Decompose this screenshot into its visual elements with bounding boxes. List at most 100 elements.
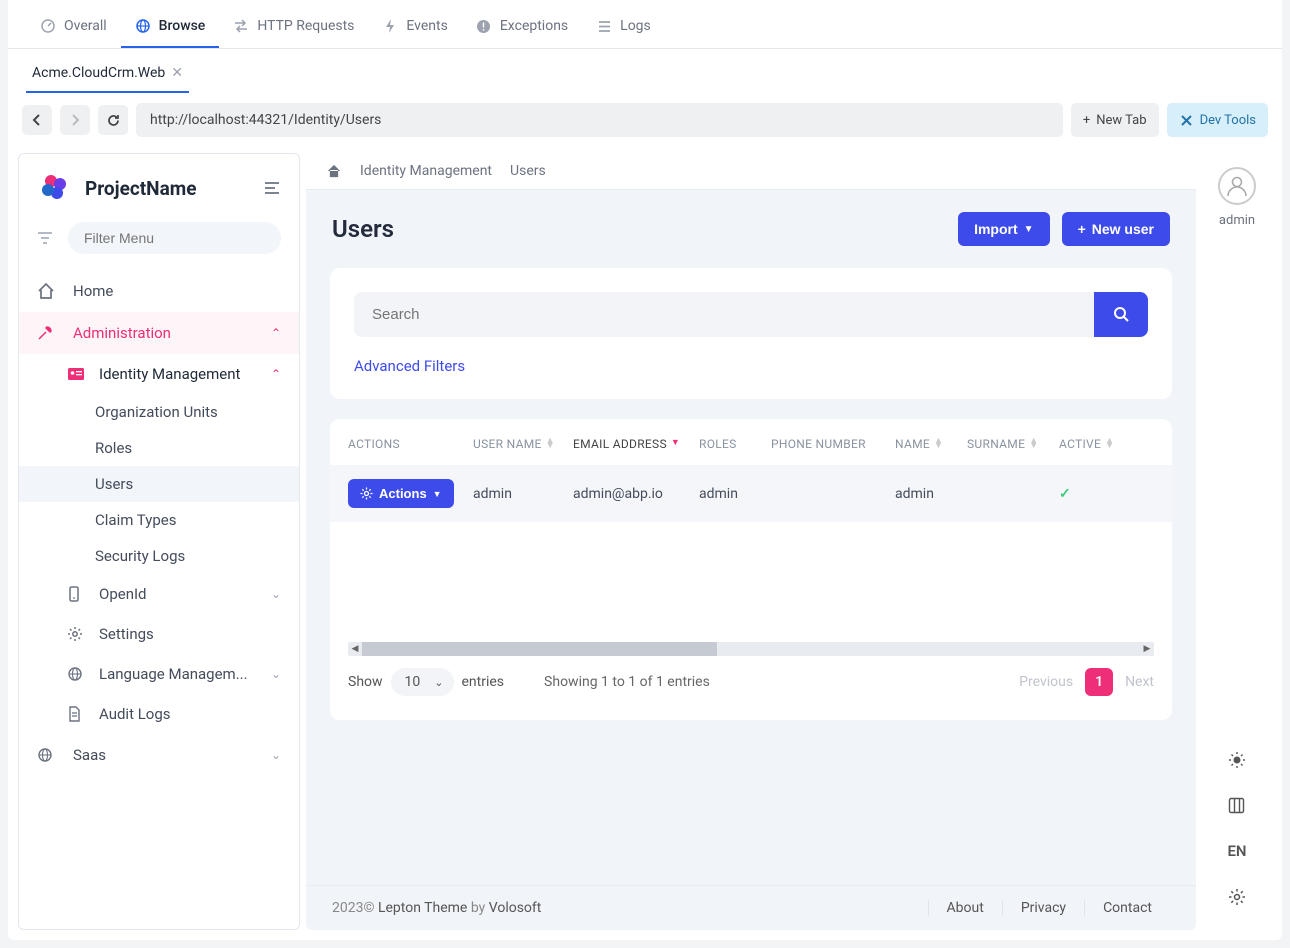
nav-refresh-button[interactable]: [98, 105, 128, 135]
search-input[interactable]: [354, 292, 1094, 337]
sidebar-item-users[interactable]: Users: [19, 466, 299, 502]
menu-label: Identity Management: [99, 365, 240, 383]
user-avatar[interactable]: [1218, 167, 1256, 205]
th-name[interactable]: NAME▲▼: [895, 437, 967, 451]
language-toggle[interactable]: EN: [1227, 842, 1246, 860]
import-button[interactable]: Import ▼: [958, 212, 1049, 246]
button-label: Actions: [379, 486, 427, 501]
th-actions: ACTIONS: [348, 437, 473, 451]
breadcrumb-users[interactable]: Users: [510, 163, 546, 179]
footer-about-link[interactable]: About: [928, 900, 1002, 916]
th-surname[interactable]: SURNAME▲▼: [967, 437, 1059, 451]
home-icon: [37, 283, 57, 299]
th-active[interactable]: ACTIVE▲▼: [1059, 437, 1119, 451]
sidebar-toggle-icon[interactable]: [263, 181, 281, 195]
scrollbar-thumb[interactable]: [362, 642, 717, 656]
tab-logs[interactable]: Logs: [582, 10, 665, 48]
scroll-left-icon[interactable]: ◀: [348, 642, 362, 656]
sidebar-item-roles[interactable]: Roles: [19, 430, 299, 466]
menu-label: Settings: [99, 625, 154, 643]
project-tab-label: Acme.CloudCrm.Web: [32, 65, 165, 81]
file-icon: [67, 706, 85, 722]
sidebar-item-organization-units[interactable]: Organization Units: [19, 394, 299, 430]
advanced-filters-link[interactable]: Advanced Filters: [354, 357, 1148, 375]
globe-icon: [135, 18, 151, 34]
nav-back-button[interactable]: [22, 105, 52, 135]
address-bar[interactable]: http://localhost:44321/Identity/Users: [136, 103, 1063, 137]
cell-name: admin: [895, 486, 967, 502]
cell-user-name: admin: [473, 486, 573, 502]
search-button[interactable]: [1094, 292, 1148, 337]
scroll-right-icon[interactable]: ▶: [1140, 642, 1154, 656]
footer-privacy-link[interactable]: Privacy: [1002, 900, 1084, 916]
menu-label: Organization Units: [95, 403, 218, 421]
layout-icon[interactable]: [1228, 797, 1245, 814]
breadcrumb-identity[interactable]: Identity Management: [360, 163, 492, 179]
th-label: EMAIL ADDRESS: [573, 437, 667, 451]
th-label: SURNAME: [967, 437, 1025, 451]
tab-label: Events: [406, 18, 447, 34]
sidebar-item-identity-management[interactable]: Identity Management ⌃: [19, 354, 299, 394]
chevron-down-icon: ⌄: [271, 667, 281, 681]
project-tab[interactable]: Acme.CloudCrm.Web ✕: [26, 57, 189, 93]
button-label: Import: [974, 221, 1018, 237]
settings-icon[interactable]: [1228, 888, 1246, 906]
new-tab-button[interactable]: + New Tab: [1071, 103, 1159, 137]
dev-tools-button[interactable]: Dev Tools: [1167, 103, 1268, 137]
sidebar-item-claim-types[interactable]: Claim Types: [19, 502, 299, 538]
sidebar-item-settings[interactable]: Settings: [19, 614, 299, 654]
sidebar-item-administration[interactable]: Administration ⌃: [19, 312, 299, 354]
sidebar-item-security-logs[interactable]: Security Logs: [19, 538, 299, 574]
address-text: http://localhost:44321/Identity/Users: [150, 112, 381, 128]
horizontal-scrollbar[interactable]: ◀ ▶: [348, 642, 1154, 656]
page-size-value: 10: [405, 674, 421, 690]
th-roles: ROLES: [699, 437, 771, 451]
theme-toggle-icon[interactable]: [1228, 751, 1246, 769]
footer-copyright: 2023© Lepton Theme by Volosoft: [332, 900, 541, 916]
gear-icon: [360, 487, 373, 500]
th-phone[interactable]: PHONE NUMBER: [771, 437, 895, 451]
search-icon: [1113, 306, 1130, 323]
tab-label: Overall: [64, 18, 107, 34]
tab-label: Exceptions: [500, 18, 568, 34]
sidebar-item-audit-logs[interactable]: Audit Logs: [19, 694, 299, 734]
filter-menu-input[interactable]: [68, 222, 281, 254]
chevron-up-icon: ⌃: [271, 326, 281, 340]
pager-previous[interactable]: Previous: [1019, 674, 1073, 690]
th-email[interactable]: EMAIL ADDRESS▼: [573, 437, 699, 451]
current-user-name: admin: [1219, 213, 1255, 228]
close-tab-icon[interactable]: ✕: [171, 65, 183, 81]
table-row[interactable]: Actions ▼ admin admin@abp.io admin admin…: [330, 465, 1172, 522]
list-icon: [596, 18, 612, 34]
th-user-name[interactable]: USER NAME▲▼: [473, 437, 573, 451]
footer-theme: Lepton Theme: [378, 900, 467, 916]
sidebar-item-saas[interactable]: Saas ⌄: [19, 734, 299, 776]
sidebar-item-openid[interactable]: OpenId ⌄: [19, 574, 299, 614]
tab-events[interactable]: Events: [368, 10, 461, 48]
check-icon: ✓: [1059, 486, 1071, 502]
pager-page-1[interactable]: 1: [1085, 668, 1113, 696]
sort-icon: ▲▼: [934, 439, 943, 450]
row-actions-button[interactable]: Actions ▼: [348, 479, 454, 508]
th-label: ACTIONS: [348, 437, 400, 451]
arrows-icon: [233, 18, 249, 34]
tab-overall[interactable]: Overall: [26, 10, 121, 48]
new-user-button[interactable]: + New user: [1062, 212, 1170, 246]
brand-name: ProjectName: [85, 177, 196, 200]
button-label: Dev Tools: [1200, 113, 1256, 128]
footer-contact-link[interactable]: Contact: [1084, 900, 1170, 916]
pager-next[interactable]: Next: [1125, 674, 1154, 690]
id-card-icon: [67, 367, 85, 381]
home-icon[interactable]: [326, 164, 342, 178]
cell-email: admin@abp.io: [573, 486, 699, 502]
tab-http[interactable]: HTTP Requests: [219, 10, 368, 48]
nav-forward-button[interactable]: [60, 105, 90, 135]
sidebar-item-home[interactable]: Home: [19, 270, 299, 312]
globe-icon: [67, 666, 85, 682]
link-label: Advanced Filters: [354, 357, 465, 375]
sidebar-item-language-management[interactable]: Language Managem... ⌄: [19, 654, 299, 694]
page-size-select[interactable]: 10 ⌄: [391, 668, 454, 696]
gauge-icon: [40, 18, 56, 34]
tab-browse[interactable]: Browse: [121, 10, 220, 48]
tab-exceptions[interactable]: Exceptions: [462, 10, 582, 48]
